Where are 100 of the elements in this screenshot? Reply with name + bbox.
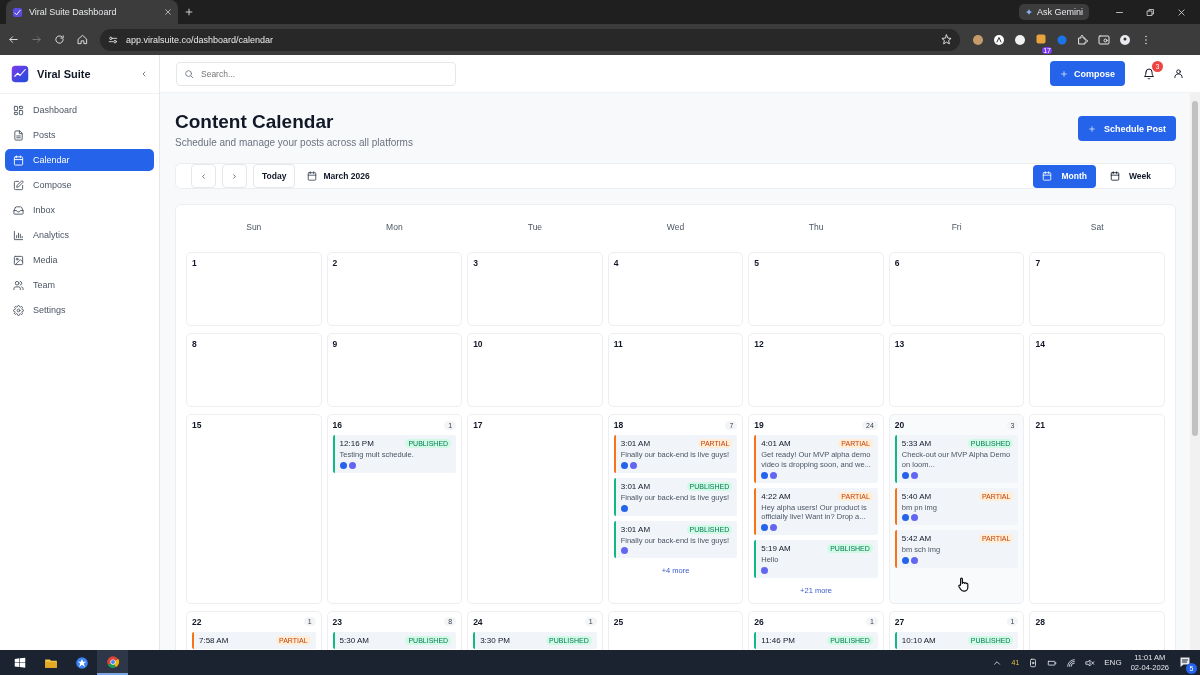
language-indicator[interactable]: ENG bbox=[1104, 658, 1122, 667]
day-cell[interactable]: 10 bbox=[467, 333, 603, 407]
day-number: 5 bbox=[754, 258, 759, 268]
home-icon[interactable] bbox=[77, 34, 88, 45]
extension-icon[interactable] bbox=[993, 33, 1005, 46]
day-cell[interactable]: 8 bbox=[186, 333, 322, 407]
day-number: 20 bbox=[894, 420, 905, 430]
star-icon[interactable] bbox=[941, 34, 952, 45]
day-cell[interactable]: 11 bbox=[607, 333, 744, 407]
chevron-left-icon bbox=[200, 172, 207, 180]
sidebar-item[interactable]: Posts bbox=[5, 124, 154, 146]
day-number: 2 bbox=[332, 258, 338, 268]
day-cell[interactable]: 13 bbox=[888, 333, 1025, 407]
schedule-post-button[interactable]: Schedule Post bbox=[1078, 116, 1176, 141]
day-cell[interactable]: 12 bbox=[748, 333, 884, 407]
day-cell[interactable] bbox=[748, 414, 884, 604]
puzzle-icon[interactable] bbox=[1077, 33, 1089, 46]
view-tab[interactable]: Month bbox=[1033, 164, 1096, 188]
app-icon[interactable] bbox=[74, 655, 89, 670]
day-number: 11 bbox=[613, 339, 623, 349]
address-bar[interactable]: app.viralsuite.co/dashboard/calendar bbox=[100, 28, 960, 51]
close-icon[interactable] bbox=[1177, 7, 1186, 17]
day-number: 4 bbox=[613, 258, 619, 268]
today-button[interactable]: Today bbox=[253, 164, 296, 188]
weekday-label: Tue bbox=[526, 221, 544, 234]
day-cell[interactable]: 25 bbox=[607, 610, 744, 650]
sidebar-item[interactable]: Team bbox=[5, 274, 154, 296]
sidebar-item[interactable]: Compose bbox=[5, 174, 154, 196]
post-time: 12:16 PM bbox=[339, 439, 374, 448]
day-cell[interactable]: 7 bbox=[1029, 252, 1165, 326]
day-number: 13 bbox=[894, 339, 905, 349]
day-number: 9 bbox=[332, 339, 338, 349]
sidebar-item[interactable]: Calendar bbox=[5, 149, 154, 171]
extension-icon[interactable] bbox=[1014, 33, 1026, 46]
pencil-icon bbox=[13, 179, 24, 191]
collapse-icon[interactable] bbox=[140, 70, 148, 78]
day-cell[interactable]: 9 bbox=[326, 333, 463, 407]
chevron-right-icon bbox=[231, 172, 238, 180]
scrollbar[interactable] bbox=[1190, 93, 1200, 650]
day-cell[interactable]: 17 bbox=[467, 414, 603, 604]
tab-search-icon[interactable] bbox=[1098, 33, 1110, 46]
page-title: Content Calendar bbox=[175, 111, 335, 133]
wifi-icon[interactable] bbox=[1066, 657, 1077, 668]
day-cell[interactable]: 5 bbox=[748, 252, 884, 326]
day-number: 22 bbox=[192, 616, 202, 627]
post-time: 3:30 PM bbox=[480, 635, 510, 645]
close-icon[interactable] bbox=[164, 8, 172, 16]
logo-icon bbox=[11, 65, 29, 83]
post-time: 3:01 AM bbox=[620, 439, 651, 448]
plus-icon bbox=[1088, 124, 1096, 133]
search-field[interactable]: Search... bbox=[176, 61, 456, 86]
day-number: 8 bbox=[192, 339, 197, 349]
ask-gemini-button[interactable]: Ask Gemini bbox=[1019, 4, 1089, 20]
bell-icon[interactable] bbox=[1143, 67, 1155, 80]
site-logo-icon bbox=[12, 6, 23, 18]
weekday-label: Sat bbox=[1089, 221, 1105, 234]
weekday-label: Wed bbox=[665, 221, 686, 234]
new-tab-icon[interactable] bbox=[184, 7, 194, 17]
day-cell[interactable]: 1 bbox=[186, 252, 322, 326]
day-cell[interactable]: 21 bbox=[1029, 414, 1165, 604]
profile-icon[interactable] bbox=[1119, 33, 1131, 46]
day-cell[interactable]: 2 bbox=[326, 252, 463, 326]
page-subtitle: Schedule and manage your posts across all platforms bbox=[175, 137, 414, 148]
calendar-icon bbox=[1109, 171, 1120, 181]
brand-name: Viral Suite bbox=[37, 68, 92, 80]
compose-button[interactable]: Compose bbox=[1050, 61, 1125, 86]
sidebar-item[interactable]: Analytics bbox=[5, 224, 154, 246]
day-cell[interactable]: 28 bbox=[1029, 610, 1165, 650]
post-time: 10:10 AM bbox=[901, 635, 936, 645]
restore-icon[interactable] bbox=[1146, 7, 1155, 17]
day-number: 23 bbox=[332, 616, 343, 627]
day-cell[interactable]: 4 bbox=[607, 252, 744, 326]
sidebar-item[interactable]: Media bbox=[5, 249, 154, 271]
sidebar-item[interactable]: Settings bbox=[5, 299, 154, 321]
settings-icon bbox=[13, 304, 24, 316]
day-cell[interactable]: 14 bbox=[1029, 333, 1165, 407]
post-time: 3:01 AM bbox=[620, 481, 651, 491]
day-number: 15 bbox=[192, 420, 202, 430]
extension-icon[interactable] bbox=[972, 33, 984, 46]
speaker-muted-icon[interactable] bbox=[1085, 657, 1096, 668]
day-number: 10 bbox=[473, 339, 483, 349]
sidebar-item[interactable]: Dashboard bbox=[5, 99, 154, 121]
day-number: 3 bbox=[473, 258, 478, 268]
site-settings-icon[interactable] bbox=[108, 34, 118, 45]
day-cell[interactable]: 6 bbox=[888, 252, 1025, 326]
browser-icon[interactable] bbox=[105, 654, 120, 669]
day-cell[interactable]: 15 bbox=[186, 414, 322, 604]
extension-icon[interactable] bbox=[1035, 32, 1047, 45]
post-time: 4:22 AM bbox=[761, 491, 791, 501]
back-icon[interactable] bbox=[8, 34, 19, 45]
weekday-label: Mon bbox=[385, 221, 404, 234]
reload-icon[interactable] bbox=[54, 34, 65, 45]
sidebar-item[interactable]: Inbox bbox=[5, 199, 154, 221]
search-icon bbox=[184, 68, 194, 79]
day-cell[interactable]: 3 bbox=[467, 252, 603, 326]
user-icon[interactable] bbox=[1173, 68, 1184, 79]
browser-tab[interactable]: Viral Suite Dashboard bbox=[6, 0, 178, 24]
windows-start-icon[interactable] bbox=[12, 655, 27, 670]
day-number: 27 bbox=[894, 616, 905, 627]
notification-icon[interactable] bbox=[1178, 655, 1192, 668]
